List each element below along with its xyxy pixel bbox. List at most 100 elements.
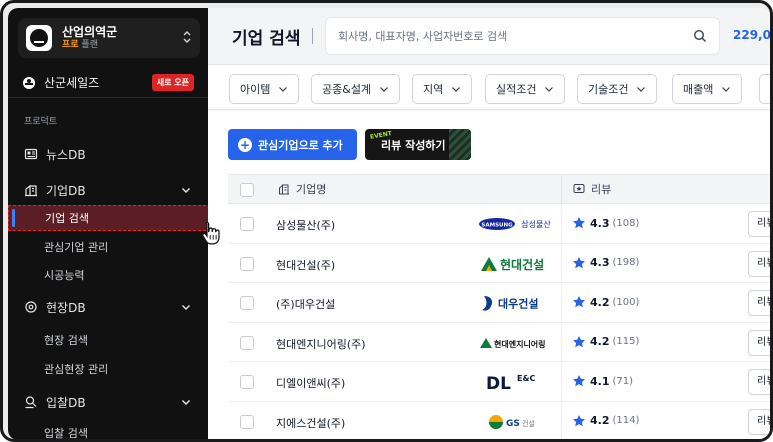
star-icon <box>573 256 585 268</box>
page-title: 기업 검색 <box>232 28 301 49</box>
sidebar-item-bid-db[interactable]: 입찰DB <box>8 388 208 416</box>
rating-score: 4.2 <box>590 335 610 348</box>
sidebar-item-label: 현장DB <box>46 300 86 315</box>
company-logo-hyundai: 현대건설 <box>478 254 558 274</box>
table-row[interactable]: 지에스건설(주) GS건설 4.2 (114) 리뷰 <box>228 401 770 439</box>
filter-technology[interactable]: 기술조건 <box>577 74 658 104</box>
sidebar-subitem-interest-sites[interactable]: 관심현장 관리 <box>8 356 208 382</box>
review-count: (108) <box>612 217 640 229</box>
svg-text:DL: DL <box>486 374 511 392</box>
review-count: (71) <box>612 375 634 387</box>
table-row[interactable]: 현대건설(주) 현대건설 4.3 (198) 리뷰 <box>228 243 770 283</box>
review-button[interactable]: 리뷰 <box>748 369 770 395</box>
company-name[interactable]: 현대건설(주) <box>276 257 335 273</box>
sales-logo-icon <box>22 76 36 90</box>
workspace-switcher[interactable]: 산업의역군 프로 플랜 <box>18 18 200 58</box>
new-badge: 새로 오픈 <box>151 74 194 91</box>
search-icon[interactable] <box>693 29 707 43</box>
sidebar-subitem-bid-search[interactable]: 입찰 검색 <box>8 420 208 440</box>
filter-revenue[interactable]: 매출액 <box>672 74 743 104</box>
company-logo-hyundai-eng: 현대엔지니어링 <box>478 333 558 353</box>
filter-label: 아이템 <box>240 83 271 96</box>
chevron-down-icon <box>452 87 461 92</box>
chevron-down-icon <box>182 188 190 193</box>
sidebar-subitem-site-search[interactable]: 현장 검색 <box>8 327 208 353</box>
sidebar-item-label: 기업DB <box>46 183 86 198</box>
chevron-down-icon <box>722 87 731 92</box>
hand-cursor-icon <box>202 221 220 245</box>
company-name[interactable]: (주)대우건설 <box>276 296 335 312</box>
row-checkbox[interactable] <box>240 217 254 231</box>
table-row[interactable]: 삼성물산(주) SAMSUNG 삼성물산 4.3 (108) 리뷰 <box>228 204 770 244</box>
sidebar-subitem-construction-capacity[interactable]: 시공능력 <box>8 262 208 288</box>
review-button[interactable]: 리뷰 <box>748 329 770 356</box>
row-checkbox[interactable] <box>240 375 254 389</box>
star-icon <box>573 296 585 308</box>
sidebar-item-company-db[interactable]: 기업DB <box>8 176 208 204</box>
review-button[interactable]: 리뷰 <box>748 408 770 435</box>
chevron-down-icon <box>545 87 554 92</box>
company-logo-samsung: SAMSUNG 삼성물산 <box>478 214 558 234</box>
select-all-checkbox[interactable] <box>240 183 254 197</box>
table-row[interactable]: 디엘이앤씨(주) DL E&C 4.1 (71) 리뷰 <box>228 362 770 402</box>
sidebar-item-label: 관심현장 관리 <box>44 363 109 376</box>
write-review-button[interactable]: EVENT 리뷰 작성하기 <box>365 129 471 160</box>
app-root: 산업의역군 프로 플랜 산군세일즈 새로 오픈 프로덕트 뉴스DB 기업DB 기… <box>8 8 770 440</box>
row-checkbox[interactable] <box>240 414 254 429</box>
sidebar-subitem-company-search[interactable]: 기업 검색 <box>8 205 211 231</box>
add-interest-button[interactable]: + 관심기업으로 추가 <box>228 129 357 160</box>
chevron-down-icon <box>182 400 190 405</box>
rating: 4.2 (115) <box>572 335 639 349</box>
sidebar-item-label: 입찰 검색 <box>44 427 88 440</box>
star-icon <box>573 375 585 387</box>
chevron-down-icon <box>380 87 388 92</box>
chevron-down-icon <box>279 87 288 92</box>
svg-text:현대엔지니어링: 현대엔지니어링 <box>494 339 546 349</box>
sidebar-item-label: 시공능력 <box>44 269 85 282</box>
sidebar-subitem-interest-companies[interactable]: 관심기업 관리 <box>8 234 208 260</box>
sidebar-item-news[interactable]: 뉴스DB <box>8 140 208 168</box>
filter-item[interactable]: 아이템 <box>229 74 300 104</box>
search-user-icon <box>24 395 38 409</box>
company-name[interactable]: 디엘이앤씨(주) <box>276 375 345 391</box>
review-button[interactable]: 리뷰 <box>748 250 770 277</box>
svg-text:현대건설: 현대건설 <box>500 257 544 272</box>
company-name[interactable]: 삼성물산(주) <box>276 217 335 233</box>
sidebar-item-site-db[interactable]: 현장DB <box>8 293 208 321</box>
title-divider <box>312 28 314 44</box>
sidebar-item-sales[interactable]: 산군세일즈 새로 오픈 <box>8 68 208 98</box>
workspace-logo-icon <box>26 25 52 51</box>
chevron-down-icon <box>637 87 646 92</box>
company-name[interactable]: 현대엔지니어링(주) <box>276 336 366 352</box>
filter-region[interactable]: 지역 <box>412 74 473 104</box>
review-count: (198) <box>612 257 640 268</box>
filter-label: 매출액 <box>683 83 714 96</box>
target-icon <box>24 300 38 314</box>
table-row[interactable]: 현대엔지니어링(주) 현대엔지니어링 4.2 (115) 리뷰 <box>228 322 770 362</box>
row-checkbox[interactable] <box>240 335 254 350</box>
column-header-name: 기업명 <box>296 183 327 196</box>
filter-more[interactable] <box>759 74 770 104</box>
filter-work-design[interactable]: 공종&설계 <box>311 74 401 104</box>
row-checkbox[interactable] <box>240 256 254 271</box>
row-checkbox[interactable] <box>240 296 254 310</box>
building-icon <box>279 184 289 195</box>
review-button[interactable]: 리뷰 <box>748 290 770 316</box>
search-input[interactable] <box>338 29 678 43</box>
filter-label: 실적조건 <box>496 83 537 96</box>
svg-text:GS: GS <box>506 419 520 429</box>
review-button[interactable]: 리뷰 <box>748 211 770 237</box>
sidebar: 산업의역군 프로 플랜 산군세일즈 새로 오픈 프로덕트 뉴스DB 기업DB 기… <box>8 8 211 440</box>
button-label: 리뷰 작성하기 <box>381 138 446 152</box>
search-bar[interactable] <box>325 17 720 55</box>
company-logo-gs: GS 건설 <box>478 412 558 432</box>
star-icon <box>573 414 585 426</box>
filter-performance[interactable]: 실적조건 <box>485 74 566 104</box>
rating-score: 4.2 <box>590 295 610 309</box>
star-icon <box>573 217 585 229</box>
rating-score: 4.2 <box>590 414 610 427</box>
rating-score: 4.3 <box>590 216 610 230</box>
company-name[interactable]: 지에스건설(주) <box>276 415 345 431</box>
table-row[interactable]: (주)대우건설 대우건설 4.2 (100) 리뷰 <box>228 283 770 323</box>
rating: 4.3 (108) <box>572 216 639 230</box>
